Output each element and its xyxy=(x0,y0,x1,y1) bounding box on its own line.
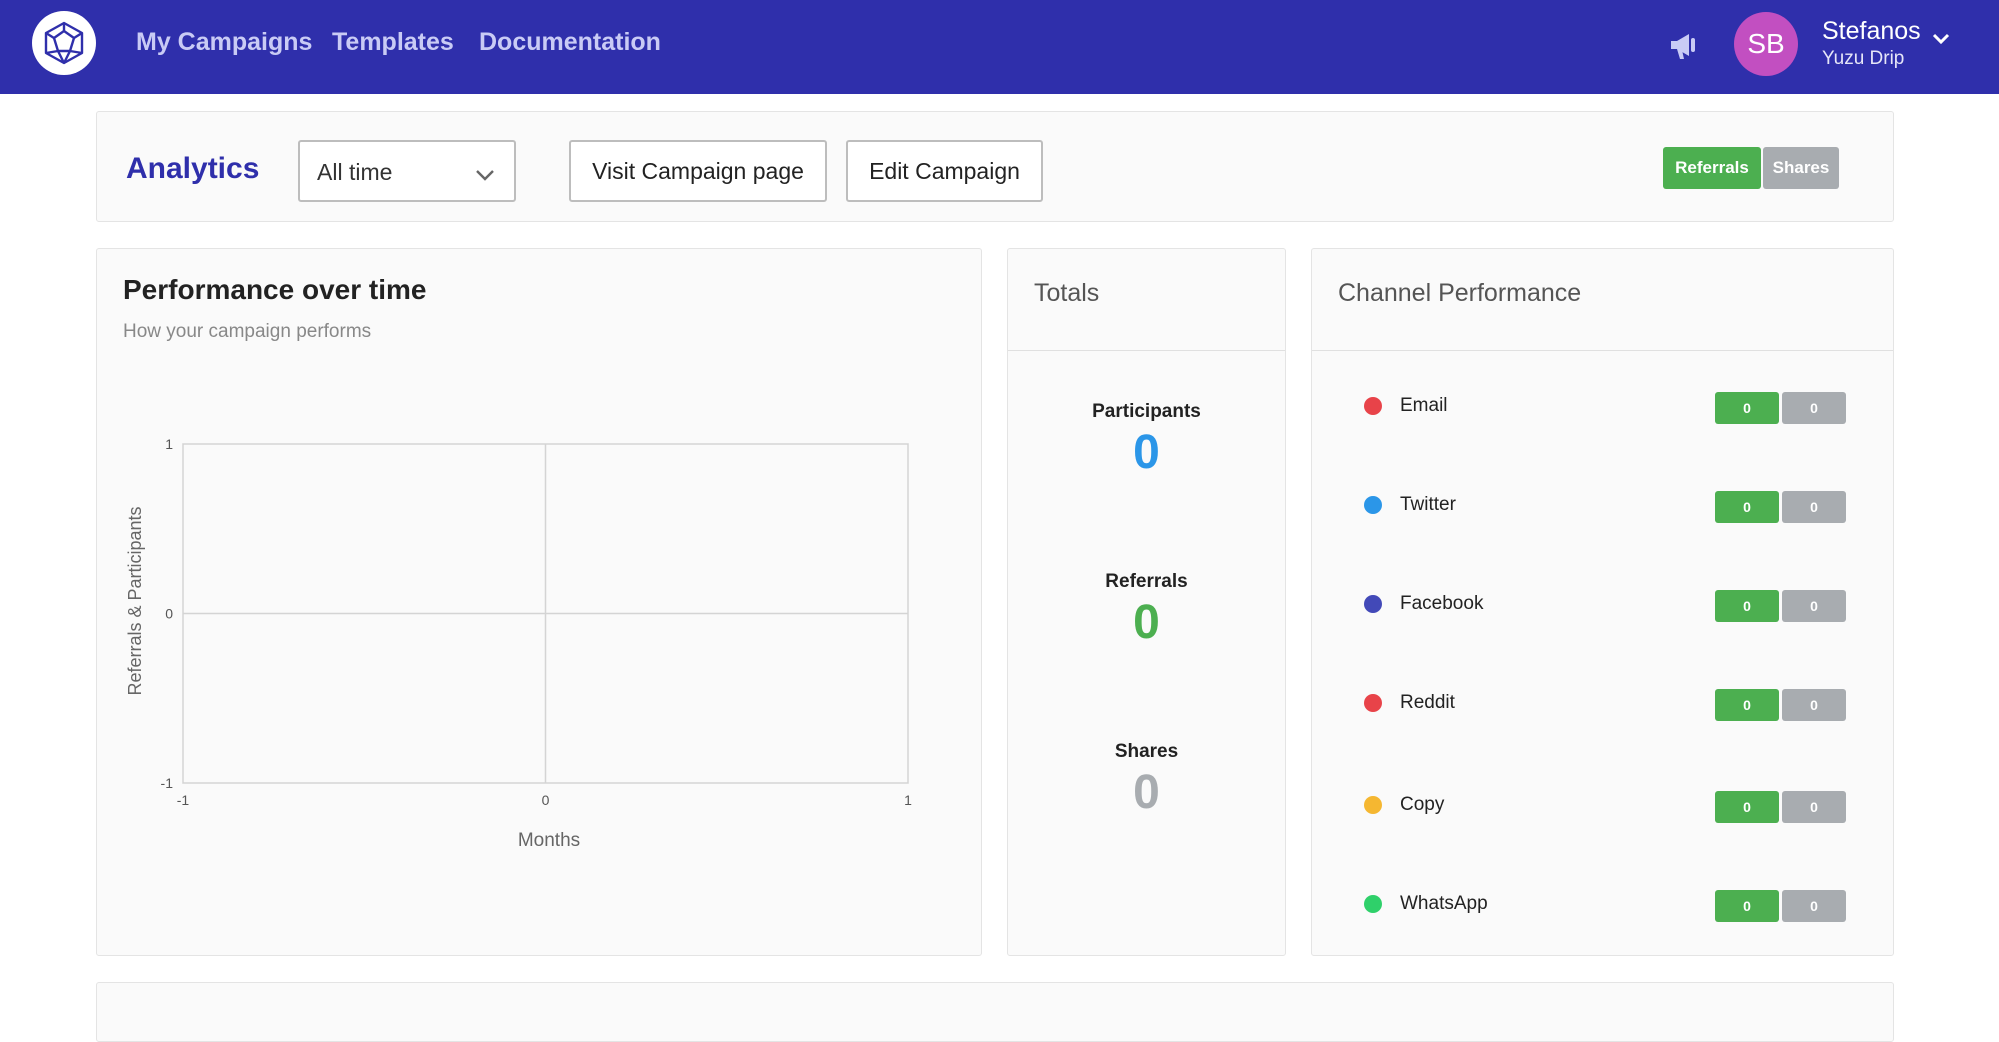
top-navbar: My Campaigns Templates Documentation SB … xyxy=(0,0,1999,94)
y-tick-label: -1 xyxy=(161,775,174,791)
referrals-count-badge: 0 xyxy=(1715,689,1779,721)
app-logo[interactable] xyxy=(32,11,96,75)
channel-name: Copy xyxy=(1400,794,1445,815)
megaphone-icon[interactable] xyxy=(1668,28,1702,62)
referrals-count-badge: 0 xyxy=(1715,590,1779,622)
total-value: 0 xyxy=(1133,766,1160,819)
total-label: Referrals xyxy=(1105,571,1188,592)
channel-name: Twitter xyxy=(1400,494,1456,515)
referrals-count-badge: 0 xyxy=(1715,491,1779,523)
channel-dot xyxy=(1364,895,1382,913)
next-section-card xyxy=(96,982,1894,1042)
channel-title: Channel Performance xyxy=(1338,279,1582,307)
time-range-select[interactable]: All time xyxy=(298,140,516,202)
total-referrals: Referrals 0 xyxy=(1008,571,1285,650)
page-title: Analytics xyxy=(126,152,260,185)
channel-dot xyxy=(1364,694,1382,712)
shares-count-badge: 0 xyxy=(1782,791,1846,823)
channel-name: Email xyxy=(1400,395,1448,416)
user-name[interactable]: Stefanos xyxy=(1822,17,1921,46)
shares-count-badge: 0 xyxy=(1782,890,1846,922)
polyhedron-logo-icon xyxy=(44,21,84,65)
totals-header: Totals xyxy=(1008,249,1285,351)
y-axis-label: Referrals & Participants xyxy=(125,506,145,695)
channel-name: Reddit xyxy=(1400,692,1455,713)
x-tick-label: 1 xyxy=(904,792,912,808)
x-tick-label: 0 xyxy=(542,792,550,808)
referrals-count-badge: 0 xyxy=(1715,791,1779,823)
toggle-shares[interactable]: Shares xyxy=(1763,147,1839,189)
channel-performance-card: Channel Performance Email 0 0 Twitter 0 … xyxy=(1311,248,1894,956)
channel-name: Facebook xyxy=(1400,593,1484,614)
shares-count-badge: 0 xyxy=(1782,491,1846,523)
channel-dot xyxy=(1364,397,1382,415)
performance-chart: -1 0 1 1 0 -1 Months Referrals & Participants xyxy=(125,436,912,851)
channel-row-facebook: Facebook 0 0 xyxy=(1312,587,1893,622)
edit-campaign-button[interactable]: Edit Campaign xyxy=(846,140,1043,202)
channel-header: Channel Performance xyxy=(1312,249,1893,351)
shares-count-badge: 0 xyxy=(1782,590,1846,622)
channel-row-whatsapp: WhatsApp 0 0 xyxy=(1312,887,1893,922)
channel-dot xyxy=(1364,595,1382,613)
totals-title: Totals xyxy=(1034,279,1100,307)
avatar[interactable]: SB xyxy=(1734,12,1798,76)
channel-row-twitter: Twitter 0 0 xyxy=(1312,488,1893,523)
y-tick-label: 1 xyxy=(165,436,173,452)
chevron-down-icon xyxy=(476,170,494,181)
total-participants: Participants 0 xyxy=(1008,401,1285,480)
channel-dot xyxy=(1364,796,1382,814)
channel-row-reddit: Reddit 0 0 xyxy=(1312,686,1893,721)
nav-templates[interactable]: Templates xyxy=(332,28,454,57)
performance-card: Performance over time How your campaign … xyxy=(96,248,982,956)
total-label: Shares xyxy=(1114,741,1179,762)
shares-count-badge: 0 xyxy=(1782,689,1846,721)
y-tick-label: 0 xyxy=(165,606,173,622)
totals-card: Totals Participants 0 Referrals 0 Shares… xyxy=(1007,248,1286,956)
total-value: 0 xyxy=(1133,596,1160,649)
user-org: Yuzu Drip xyxy=(1822,48,1905,69)
x-tick-label: -1 xyxy=(177,792,190,808)
x-axis-label: Months xyxy=(518,830,580,851)
nav-documentation[interactable]: Documentation xyxy=(479,28,661,57)
total-value: 0 xyxy=(1133,426,1160,479)
nav-my-campaigns[interactable]: My Campaigns xyxy=(136,28,312,57)
analytics-toolbar: Analytics All time Visit Campaign page E… xyxy=(96,111,1894,222)
referrals-count-badge: 0 xyxy=(1715,392,1779,424)
channel-row-email: Email 0 0 xyxy=(1312,389,1893,424)
total-label: Participants xyxy=(1092,401,1201,422)
channel-dot xyxy=(1364,496,1382,514)
total-shares: Shares 0 xyxy=(1008,741,1285,820)
channel-row-copy: Copy 0 0 xyxy=(1312,788,1893,823)
shares-count-badge: 0 xyxy=(1782,392,1846,424)
toggle-referrals[interactable]: Referrals xyxy=(1663,147,1761,189)
chevron-down-icon[interactable] xyxy=(1930,28,1952,50)
channel-name: WhatsApp xyxy=(1400,893,1488,914)
referrals-count-badge: 0 xyxy=(1715,890,1779,922)
visit-campaign-button[interactable]: Visit Campaign page xyxy=(569,140,827,202)
time-range-value: All time xyxy=(317,159,393,185)
